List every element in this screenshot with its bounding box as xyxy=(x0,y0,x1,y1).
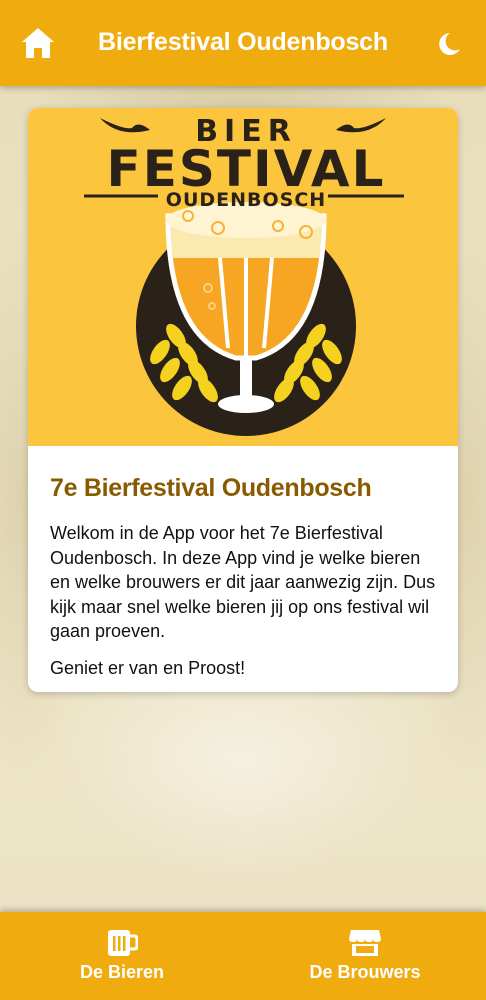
festival-logo: BIER FESTIVAL OUDENBOSCH xyxy=(28,108,458,446)
app-title: Bierfestival Oudenbosch xyxy=(98,28,388,56)
tab-de-bieren[interactable]: De Bieren xyxy=(22,912,222,1000)
top-app-bar: Bierfestival Oudenbosch xyxy=(0,0,486,86)
store-icon xyxy=(349,930,381,956)
tab-label-bieren: De Bieren xyxy=(79,962,165,982)
bottom-navigation: De Bieren De Brouwers xyxy=(0,912,486,1000)
cheers-paragraph: Geniet er van en Proost! xyxy=(50,657,246,678)
tab-de-brouwers[interactable]: De Brouwers xyxy=(265,912,465,1000)
moon-icon xyxy=(439,33,460,55)
beer-mug-icon xyxy=(108,930,138,956)
card-body: 7e Bierfestival Oudenbosch Welkom in de … xyxy=(50,474,440,692)
tab-label-brouwers: De Brouwers xyxy=(309,962,421,982)
welcome-card: BIER FESTIVAL OUDENBOSCH 7e Bierfestival… xyxy=(28,108,458,692)
logo-text-oudenbosch: OUDENBOSCH xyxy=(166,189,326,211)
festival-logo-graphic: BIER FESTIVAL OUDENBOSCH xyxy=(84,114,404,436)
dark-mode-toggle[interactable] xyxy=(434,30,462,58)
welcome-paragraph: Welkom in de App voor het 7e Bierfestiva… xyxy=(50,523,436,641)
card-title: 7e Bierfestival Oudenbosch xyxy=(50,474,372,502)
